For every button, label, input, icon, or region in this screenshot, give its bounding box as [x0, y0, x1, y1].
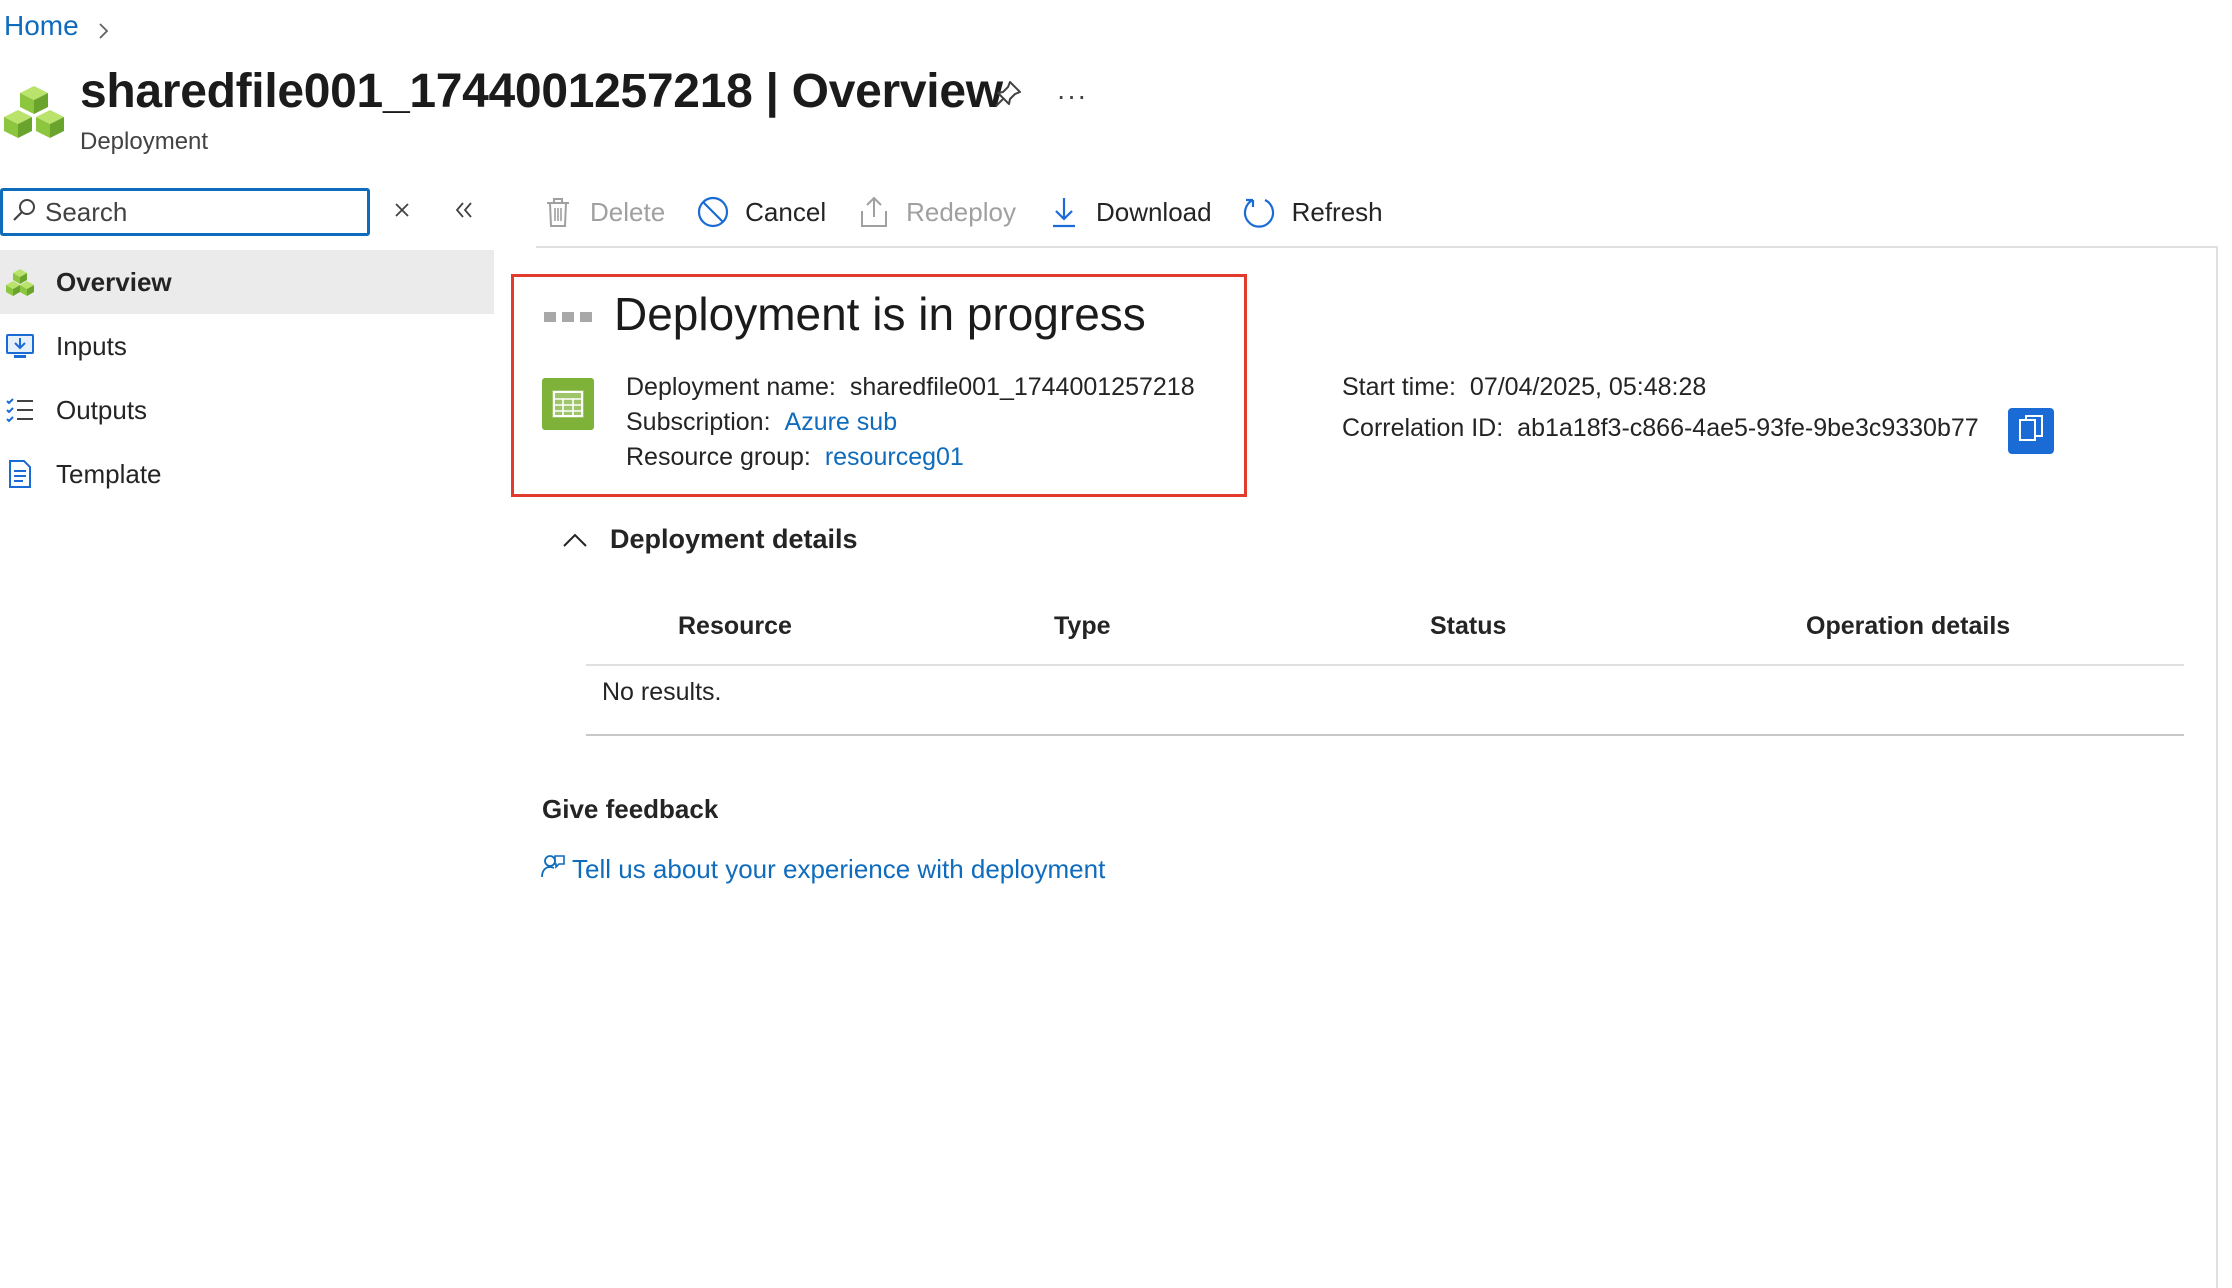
copy-correlation-id-button[interactable]	[2008, 408, 2054, 454]
sidebar-item-label: Outputs	[56, 394, 148, 425]
cancel-button[interactable]: Cancel	[695, 194, 826, 230]
sidebar-item-overview[interactable]: Overview	[0, 250, 494, 314]
correlation-id-label: Correlation ID:	[1342, 414, 1504, 442]
double-chevron-left-icon	[453, 199, 475, 226]
chevron-right-icon	[93, 16, 113, 39]
deployment-name-value: sharedfile001_1744001257218	[849, 373, 1195, 401]
more-options-button[interactable]: ···	[1052, 76, 1092, 116]
sidebar-nav: Overview Inputs Outputs Template	[0, 250, 494, 506]
feedback-person-icon	[540, 853, 566, 886]
refresh-label: Refresh	[1291, 196, 1383, 227]
clear-search-button[interactable]	[388, 198, 416, 226]
sidebar-item-label: Overview	[56, 266, 172, 297]
pin-button[interactable]	[988, 76, 1028, 116]
trash-icon	[540, 194, 576, 230]
search-icon	[11, 197, 37, 228]
correlation-id-value: ab1a18f3-c866-4ae5-93fe-9be3c9330b77	[1517, 414, 1979, 442]
sidebar-item-label: Template	[56, 458, 162, 489]
column-header-resource[interactable]: Resource	[678, 612, 792, 641]
status-title: Deployment is in progress	[614, 288, 1146, 340]
column-header-type[interactable]: Type	[1054, 612, 1111, 641]
upload-icon	[856, 194, 892, 230]
sidebar-item-template[interactable]: Template	[0, 442, 494, 506]
collapse-sidebar-button[interactable]	[448, 196, 480, 228]
breadcrumb-home-link[interactable]: Home	[4, 10, 79, 42]
pin-icon	[993, 79, 1023, 114]
table-header-divider	[586, 664, 2184, 666]
deployment-name-row: Deployment name: sharedfile001_1744001257…	[626, 373, 1195, 402]
delete-label: Delete	[590, 196, 666, 227]
table-bottom-divider	[586, 734, 2184, 736]
inputs-icon	[4, 330, 36, 362]
refresh-icon	[1242, 194, 1278, 230]
start-time-row: Start time: 07/04/2025, 05:48:28	[1342, 373, 1706, 402]
download-label: Download	[1095, 196, 1212, 227]
deployment-details-toggle[interactable]: Deployment details	[562, 524, 858, 555]
feedback-link-label: Tell us about your experience with deplo…	[572, 854, 1106, 884]
content-scroll-edge	[2216, 246, 2218, 1288]
search-input[interactable]	[45, 196, 345, 228]
deployment-cubes-icon	[2, 80, 66, 144]
column-header-status[interactable]: Status	[1430, 612, 1506, 641]
sidebar-item-inputs[interactable]: Inputs	[0, 314, 494, 378]
breadcrumb: Home	[4, 8, 113, 44]
sidebar-item-label: Inputs	[56, 330, 127, 361]
sidebar-item-outputs[interactable]: Outputs	[0, 378, 494, 442]
page-title: sharedfile001_1744001257218 | Overview	[80, 65, 1003, 118]
subscription-label: Subscription:	[626, 408, 771, 436]
start-time-label: Start time:	[1342, 373, 1456, 401]
feedback-title: Give feedback	[542, 794, 719, 824]
resource-group-link[interactable]: resourceg01	[825, 443, 964, 471]
close-icon	[393, 201, 411, 224]
deployment-cubes-icon	[4, 266, 36, 298]
chevron-up-icon	[562, 524, 588, 555]
deployment-details-title: Deployment details	[610, 524, 858, 554]
redeploy-label: Redeploy	[906, 196, 1016, 227]
document-icon	[4, 458, 36, 490]
outputs-list-icon	[4, 394, 36, 426]
resource-group-row: Resource group: resourceg01	[626, 443, 964, 472]
sidebar-search[interactable]	[0, 188, 370, 236]
refresh-button[interactable]: Refresh	[1242, 194, 1383, 230]
progress-dots-icon	[544, 312, 592, 322]
table-empty-message: No results.	[602, 678, 722, 706]
download-button[interactable]: Download	[1046, 194, 1212, 230]
redeploy-button[interactable]: Redeploy	[856, 194, 1016, 230]
subscription-link[interactable]: Azure sub	[785, 408, 898, 436]
feedback-link[interactable]: Tell us about your experience with deplo…	[540, 853, 1105, 886]
deployment-name-label: Deployment name:	[626, 373, 836, 401]
delete-button[interactable]: Delete	[540, 194, 665, 230]
subscription-row: Subscription: Azure sub	[626, 408, 897, 437]
start-time-value: 07/04/2025, 05:48:28	[1469, 373, 1707, 401]
cancel-icon	[695, 194, 731, 230]
deployment-table-icon	[542, 378, 594, 430]
cancel-label: Cancel	[745, 196, 827, 227]
column-header-operation-details[interactable]: Operation details	[1806, 612, 2010, 641]
resource-group-label: Resource group:	[626, 443, 811, 471]
download-icon	[1046, 194, 1082, 230]
command-bar-divider	[536, 246, 2216, 248]
copy-icon	[2017, 414, 2045, 449]
page-subtitle: Deployment	[80, 128, 209, 155]
correlation-id-row: Correlation ID: ab1a18f3-c866-4ae5-93fe-9…	[1342, 414, 1979, 443]
command-bar: Delete Cancel Redeploy Download Refresh	[540, 188, 1413, 236]
